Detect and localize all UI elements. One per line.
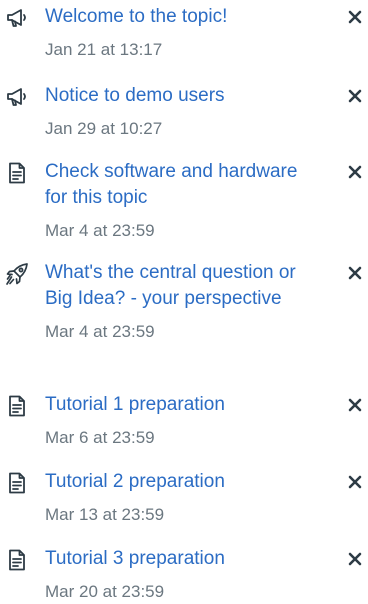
todo-item-date: Mar 6 at 23:59 [45,428,155,447]
todo-item-title[interactable]: Tutorial 2 preparation [45,469,315,495]
todo-item-date: Mar 20 at 23:59 [45,582,165,601]
todo-item-date: Jan 29 at 10:27 [45,119,163,138]
announcement-icon [5,6,29,30]
todo-item-title[interactable]: Notice to demo users [45,83,315,109]
todo-item-date: Jan 21 at 13:17 [45,40,163,59]
close-icon[interactable] [346,8,364,26]
todo-item-date: Mar 4 at 23:59 [45,322,155,341]
assignment-icon [5,161,29,185]
announcement-icon [5,85,29,109]
close-icon[interactable] [346,264,364,282]
assignment-icon [5,394,29,418]
todo-item-title[interactable]: Tutorial 3 preparation [45,546,315,572]
close-icon[interactable] [346,550,364,568]
discussion-icon [5,262,29,286]
assignment-icon [5,548,29,572]
close-icon[interactable] [346,473,364,491]
close-icon[interactable] [346,87,364,105]
assignment-icon [5,471,29,495]
todo-item-date: Mar 13 at 23:59 [45,505,165,524]
todo-item-title[interactable]: Tutorial 1 preparation [45,392,315,418]
todo-item-title[interactable]: Welcome to the topic! [45,4,315,30]
todo-item-title[interactable]: What's the central question or Big Idea?… [45,260,315,312]
todo-item-title[interactable]: Check software and hardware for this top… [45,159,315,211]
close-icon[interactable] [346,396,364,414]
close-icon[interactable] [346,163,364,181]
todo-item-date: Mar 4 at 23:59 [45,221,155,240]
